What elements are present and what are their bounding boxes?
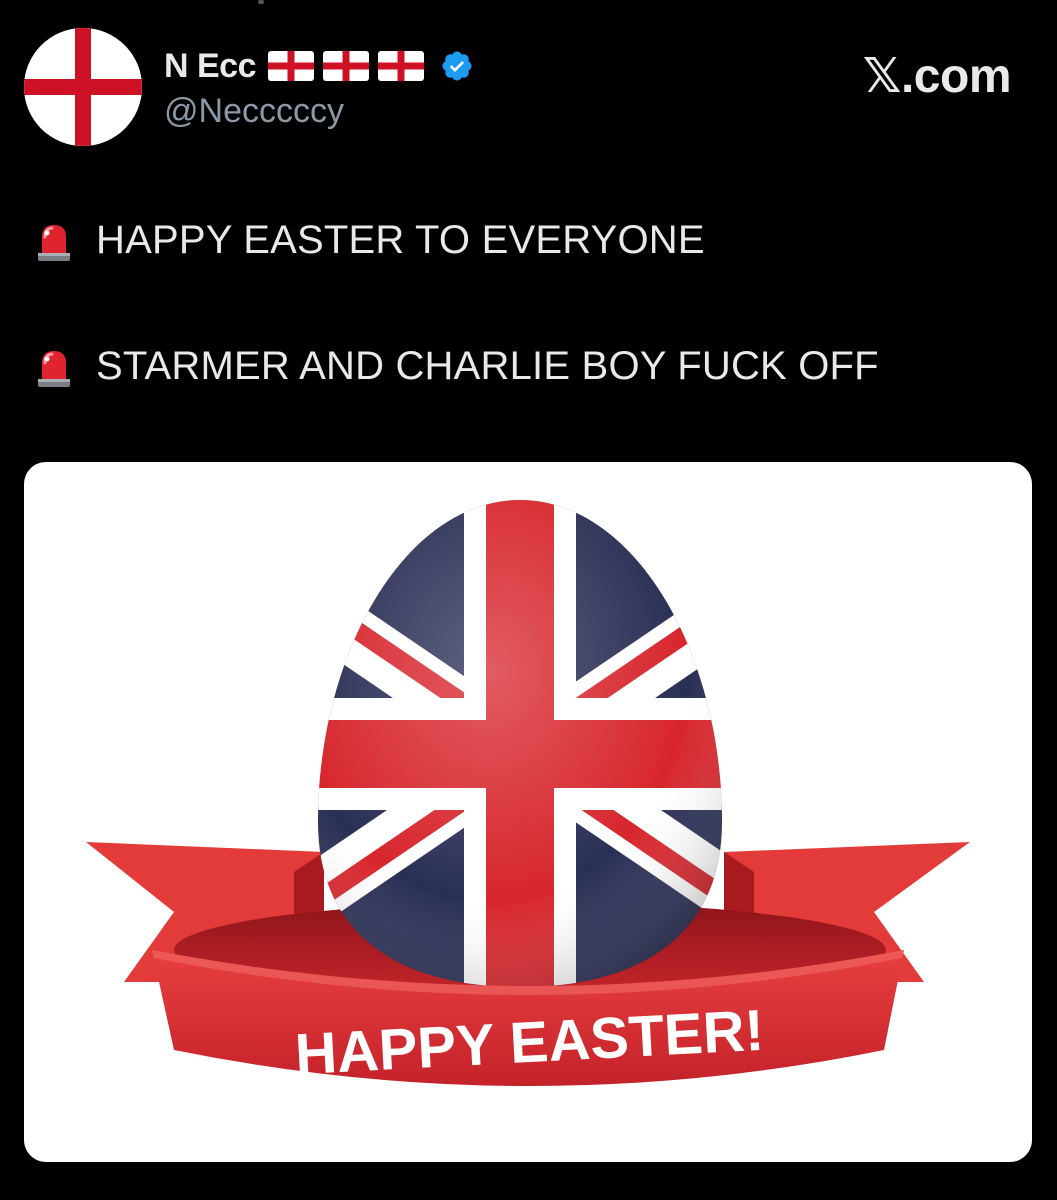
union-jack-easter-egg-image: HAPPY EASTER! — [86, 500, 970, 1087]
england-flag-icon — [378, 51, 424, 81]
author-handle[interactable]: @Necccccy — [164, 92, 344, 131]
author-display-name[interactable]: N Ecc — [164, 47, 257, 86]
author-name-row[interactable]: N Ecc — [164, 44, 474, 88]
avatar[interactable] — [24, 28, 142, 146]
england-flag-avatar — [24, 28, 142, 146]
tweet-line: HAPPY EASTER TO EVERYONE — [32, 218, 705, 263]
tweet-line-text: STARMER AND CHARLIE BOY FUCK OFF — [96, 344, 879, 388]
flag-emojis — [268, 51, 424, 81]
source-label: 𝕏.com — [862, 50, 1012, 103]
police-siren-icon — [38, 350, 70, 387]
england-flag-icon — [268, 51, 314, 81]
tweet-image[interactable]: HAPPY EASTER! — [24, 462, 1032, 1162]
tweet-card: N Ecc @Necccccy 𝕏.com HAPPY EASTER TO EV… — [0, 0, 1057, 1200]
verified-badge-icon[interactable] — [440, 49, 474, 83]
police-siren-icon — [38, 224, 70, 261]
tweet-line: STARMER AND CHARLIE BOY FUCK OFF — [32, 344, 879, 389]
england-flag-icon — [323, 51, 369, 81]
tweet-line-text: HAPPY EASTER TO EVERYONE — [96, 218, 705, 262]
previous-content-edge — [258, 0, 264, 4]
